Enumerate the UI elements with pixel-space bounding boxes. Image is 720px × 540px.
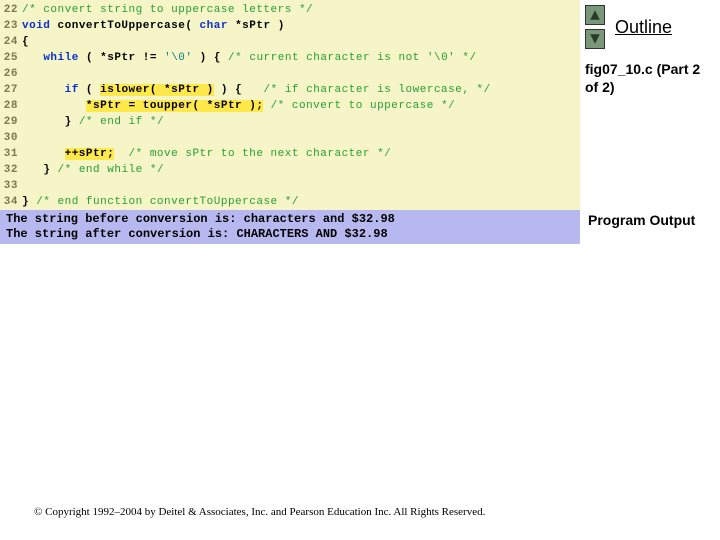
line-number: 30 <box>0 130 22 146</box>
code-line: 28 *sPtr = toupper( *sPtr ); /* convert … <box>0 98 580 114</box>
program-output-label: Program Output <box>588 212 695 228</box>
line-number: 31 <box>0 146 22 162</box>
code-line: 33 <box>0 178 580 194</box>
code-listing: 22/* convert string to uppercase letters… <box>0 0 580 212</box>
output-line: The string before conversion is: charact… <box>6 212 574 227</box>
code-line: 27 if ( islower( *sPtr ) ) { /* if chara… <box>0 82 580 98</box>
line-number: 27 <box>0 82 22 98</box>
code-content: ++sPtr; /* move sPtr to the next charact… <box>22 146 580 162</box>
code-line: 30 <box>0 130 580 146</box>
line-number: 22 <box>0 2 22 18</box>
code-content <box>22 66 580 82</box>
code-content: while ( *sPtr != '\0' ) { /* current cha… <box>22 50 580 66</box>
code-content <box>22 130 580 146</box>
code-line: 26 <box>0 66 580 82</box>
line-number: 24 <box>0 34 22 50</box>
line-number: 33 <box>0 178 22 194</box>
code-content: /* convert string to uppercase letters *… <box>22 2 580 18</box>
code-line: 29 } /* end if */ <box>0 114 580 130</box>
line-number: 28 <box>0 98 22 114</box>
code-content: } /* end function convertToUppercase */ <box>22 194 580 210</box>
copyright-text: © Copyright 1992–2004 by Deitel & Associ… <box>34 506 485 518</box>
code-line: 34} /* end function convertToUppercase *… <box>0 194 580 210</box>
code-content: *sPtr = toupper( *sPtr ); /* convert to … <box>22 98 580 114</box>
nav-up-button[interactable] <box>585 5 605 25</box>
code-line: 23void convertToUppercase( char *sPtr ) <box>0 18 580 34</box>
triangle-down-icon <box>589 33 601 45</box>
triangle-up-icon <box>589 9 601 21</box>
sidebar: Outline fig07_10.c (Part 2 of 2) <box>585 5 715 96</box>
program-output-panel: The string before conversion is: charact… <box>0 210 580 244</box>
code-content <box>22 178 580 194</box>
line-number: 26 <box>0 66 22 82</box>
outline-link[interactable]: Outline <box>615 17 672 38</box>
output-line: The string after conversion is: CHARACTE… <box>6 227 574 242</box>
line-number: 23 <box>0 18 22 34</box>
code-line: 24{ <box>0 34 580 50</box>
code-content: { <box>22 34 580 50</box>
code-line: 32 } /* end while */ <box>0 162 580 178</box>
code-content: } /* end while */ <box>22 162 580 178</box>
nav-down-button[interactable] <box>585 29 605 49</box>
code-content: } /* end if */ <box>22 114 580 130</box>
code-line: 22/* convert string to uppercase letters… <box>0 2 580 18</box>
line-number: 32 <box>0 162 22 178</box>
code-line: 31 ++sPtr; /* move sPtr to the next char… <box>0 146 580 162</box>
code-content: if ( islower( *sPtr ) ) { /* if characte… <box>22 82 580 98</box>
code-line: 25 while ( *sPtr != '\0' ) { /* current … <box>0 50 580 66</box>
line-number: 29 <box>0 114 22 130</box>
figure-reference: fig07_10.c (Part 2 of 2) <box>585 61 715 96</box>
line-number: 34 <box>0 194 22 210</box>
code-content: void convertToUppercase( char *sPtr ) <box>22 18 580 34</box>
line-number: 25 <box>0 50 22 66</box>
